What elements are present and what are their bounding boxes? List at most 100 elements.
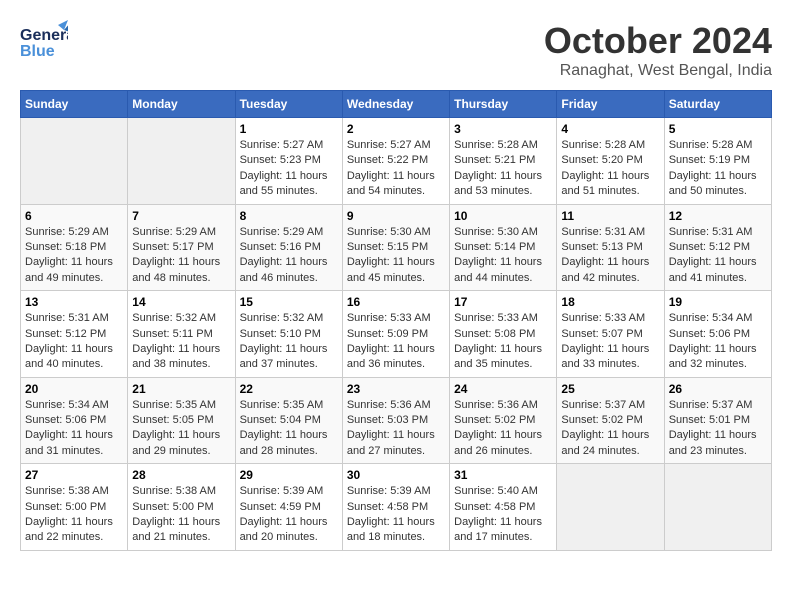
- day-info: Sunrise: 5:29 AMSunset: 5:16 PMDaylight:…: [240, 225, 338, 287]
- calendar-cell: 20 Sunrise: 5:34 AMSunset: 5:06 PMDayligh…: [21, 377, 128, 464]
- day-number: 8: [240, 209, 338, 223]
- calendar-cell: 31Sunrise: 5:40 AMSunset: 4:58 PMDayligh…: [450, 464, 557, 551]
- day-info: Sunrise: 5:28 AMSunset: 5:21 PMDaylight:…: [454, 138, 552, 200]
- calendar-header-row: SundayMondayTuesdayWednesdayThursdayFrid…: [21, 91, 772, 118]
- calendar-cell: 19 Sunrise: 5:34 AMSunset: 5:06 PMDayligh…: [664, 291, 771, 378]
- calendar-cell: [128, 118, 235, 205]
- weekday-header: Tuesday: [235, 91, 342, 118]
- day-info: Sunrise: 5:38 AMSunset: 5:00 PMDaylight:…: [132, 484, 230, 546]
- day-number: 29: [240, 468, 338, 482]
- day-number: 1: [240, 122, 338, 136]
- logo-icon: General Blue: [20, 20, 68, 60]
- day-number: 9: [347, 209, 445, 223]
- day-number: 30: [347, 468, 445, 482]
- day-info: Sunrise: 5:29 AMSunset: 5:17 PMDaylight:…: [132, 225, 230, 287]
- calendar-cell: 1 Sunrise: 5:27 AMSunset: 5:23 PMDaylight…: [235, 118, 342, 205]
- day-number: 23: [347, 382, 445, 396]
- day-number: 13: [25, 295, 123, 309]
- day-info: Sunrise: 5:35 AMSunset: 5:04 PMDaylight:…: [240, 398, 338, 460]
- day-info: Sunrise: 5:37 AMSunset: 5:02 PMDaylight:…: [561, 398, 659, 460]
- day-info: Sunrise: 5:34 AMSunset: 5:06 PMDaylight:…: [25, 398, 123, 460]
- day-info: Sunrise: 5:39 AMSunset: 4:59 PMDaylight:…: [240, 484, 338, 546]
- weekday-header: Friday: [557, 91, 664, 118]
- calendar-cell: 28 Sunrise: 5:38 AMSunset: 5:00 PMDayligh…: [128, 464, 235, 551]
- page-header: General Blue October 2024 Ranaghat, West…: [20, 20, 772, 80]
- calendar-cell: 30 Sunrise: 5:39 AMSunset: 4:58 PMDayligh…: [342, 464, 449, 551]
- day-number: 17: [454, 295, 552, 309]
- day-number: 24: [454, 382, 552, 396]
- calendar-week-row: 27 Sunrise: 5:38 AMSunset: 5:00 PMDayligh…: [21, 464, 772, 551]
- calendar-cell: 10 Sunrise: 5:30 AMSunset: 5:14 PMDayligh…: [450, 204, 557, 291]
- calendar-cell: 5 Sunrise: 5:28 AMSunset: 5:19 PMDaylight…: [664, 118, 771, 205]
- weekday-header: Wednesday: [342, 91, 449, 118]
- calendar-cell: 22 Sunrise: 5:35 AMSunset: 5:04 PMDayligh…: [235, 377, 342, 464]
- day-info: Sunrise: 5:35 AMSunset: 5:05 PMDaylight:…: [132, 398, 230, 460]
- day-number: 5: [669, 122, 767, 136]
- day-number: 26: [669, 382, 767, 396]
- calendar-cell: 12 Sunrise: 5:31 AMSunset: 5:12 PMDayligh…: [664, 204, 771, 291]
- day-info: Sunrise: 5:37 AMSunset: 5:01 PMDaylight:…: [669, 398, 767, 460]
- day-number: 2: [347, 122, 445, 136]
- day-number: 21: [132, 382, 230, 396]
- day-number: 27: [25, 468, 123, 482]
- day-info: Sunrise: 5:32 AMSunset: 5:10 PMDaylight:…: [240, 311, 338, 373]
- calendar-cell: 21 Sunrise: 5:35 AMSunset: 5:05 PMDayligh…: [128, 377, 235, 464]
- day-number: 18: [561, 295, 659, 309]
- calendar-cell: 7 Sunrise: 5:29 AMSunset: 5:17 PMDaylight…: [128, 204, 235, 291]
- day-number: 28: [132, 468, 230, 482]
- day-number: 3: [454, 122, 552, 136]
- day-info: Sunrise: 5:30 AMSunset: 5:15 PMDaylight:…: [347, 225, 445, 287]
- calendar-cell: 18Sunrise: 5:33 AMSunset: 5:07 PMDayligh…: [557, 291, 664, 378]
- day-number: 14: [132, 295, 230, 309]
- day-info: Sunrise: 5:34 AMSunset: 5:06 PMDaylight:…: [669, 311, 767, 373]
- calendar-cell: 13 Sunrise: 5:31 AMSunset: 5:12 PMDayligh…: [21, 291, 128, 378]
- day-info: Sunrise: 5:27 AMSunset: 5:22 PMDaylight:…: [347, 138, 445, 200]
- day-number: 7: [132, 209, 230, 223]
- day-info: Sunrise: 5:39 AMSunset: 4:58 PMDaylight:…: [347, 484, 445, 546]
- day-number: 10: [454, 209, 552, 223]
- logo: General Blue: [20, 20, 68, 60]
- calendar-cell: [557, 464, 664, 551]
- title-block: October 2024 Ranaghat, West Bengal, Indi…: [544, 20, 772, 80]
- location-title: Ranaghat, West Bengal, India: [544, 62, 772, 80]
- day-number: 25: [561, 382, 659, 396]
- day-info: Sunrise: 5:33 AMSunset: 5:09 PMDaylight:…: [347, 311, 445, 373]
- day-info: Sunrise: 5:30 AMSunset: 5:14 PMDaylight:…: [454, 225, 552, 287]
- day-info: Sunrise: 5:31 AMSunset: 5:12 PMDaylight:…: [669, 225, 767, 287]
- day-number: 19: [669, 295, 767, 309]
- calendar-cell: 6Sunrise: 5:29 AMSunset: 5:18 PMDaylight…: [21, 204, 128, 291]
- calendar-cell: 4Sunrise: 5:28 AMSunset: 5:20 PMDaylight…: [557, 118, 664, 205]
- day-number: 11: [561, 209, 659, 223]
- day-info: Sunrise: 5:28 AMSunset: 5:20 PMDaylight:…: [561, 138, 659, 200]
- svg-text:Blue: Blue: [20, 43, 55, 60]
- month-title: October 2024: [544, 20, 772, 62]
- day-info: Sunrise: 5:33 AMSunset: 5:08 PMDaylight:…: [454, 311, 552, 373]
- calendar-cell: 14 Sunrise: 5:32 AMSunset: 5:11 PMDayligh…: [128, 291, 235, 378]
- day-number: 12: [669, 209, 767, 223]
- calendar-week-row: 6Sunrise: 5:29 AMSunset: 5:18 PMDaylight…: [21, 204, 772, 291]
- calendar-week-row: 13 Sunrise: 5:31 AMSunset: 5:12 PMDayligh…: [21, 291, 772, 378]
- day-number: 20: [25, 382, 123, 396]
- calendar-cell: [21, 118, 128, 205]
- calendar-cell: 23 Sunrise: 5:36 AMSunset: 5:03 PMDayligh…: [342, 377, 449, 464]
- day-number: 31: [454, 468, 552, 482]
- calendar-cell: [664, 464, 771, 551]
- day-info: Sunrise: 5:31 AMSunset: 5:12 PMDaylight:…: [25, 311, 123, 373]
- day-info: Sunrise: 5:36 AMSunset: 5:03 PMDaylight:…: [347, 398, 445, 460]
- day-info: Sunrise: 5:28 AMSunset: 5:19 PMDaylight:…: [669, 138, 767, 200]
- calendar-week-row: 1 Sunrise: 5:27 AMSunset: 5:23 PMDaylight…: [21, 118, 772, 205]
- calendar-cell: 26 Sunrise: 5:37 AMSunset: 5:01 PMDayligh…: [664, 377, 771, 464]
- calendar-cell: 3 Sunrise: 5:28 AMSunset: 5:21 PMDaylight…: [450, 118, 557, 205]
- svg-text:General: General: [20, 27, 68, 44]
- day-info: Sunrise: 5:31 AMSunset: 5:13 PMDaylight:…: [561, 225, 659, 287]
- day-info: Sunrise: 5:36 AMSunset: 5:02 PMDaylight:…: [454, 398, 552, 460]
- day-info: Sunrise: 5:32 AMSunset: 5:11 PMDaylight:…: [132, 311, 230, 373]
- calendar-cell: 15Sunrise: 5:32 AMSunset: 5:10 PMDayligh…: [235, 291, 342, 378]
- day-info: Sunrise: 5:27 AMSunset: 5:23 PMDaylight:…: [240, 138, 338, 200]
- calendar-cell: 16Sunrise: 5:33 AMSunset: 5:09 PMDayligh…: [342, 291, 449, 378]
- calendar-cell: 24 Sunrise: 5:36 AMSunset: 5:02 PMDayligh…: [450, 377, 557, 464]
- calendar-week-row: 20 Sunrise: 5:34 AMSunset: 5:06 PMDayligh…: [21, 377, 772, 464]
- day-number: 22: [240, 382, 338, 396]
- weekday-header: Monday: [128, 91, 235, 118]
- day-info: Sunrise: 5:38 AMSunset: 5:00 PMDaylight:…: [25, 484, 123, 546]
